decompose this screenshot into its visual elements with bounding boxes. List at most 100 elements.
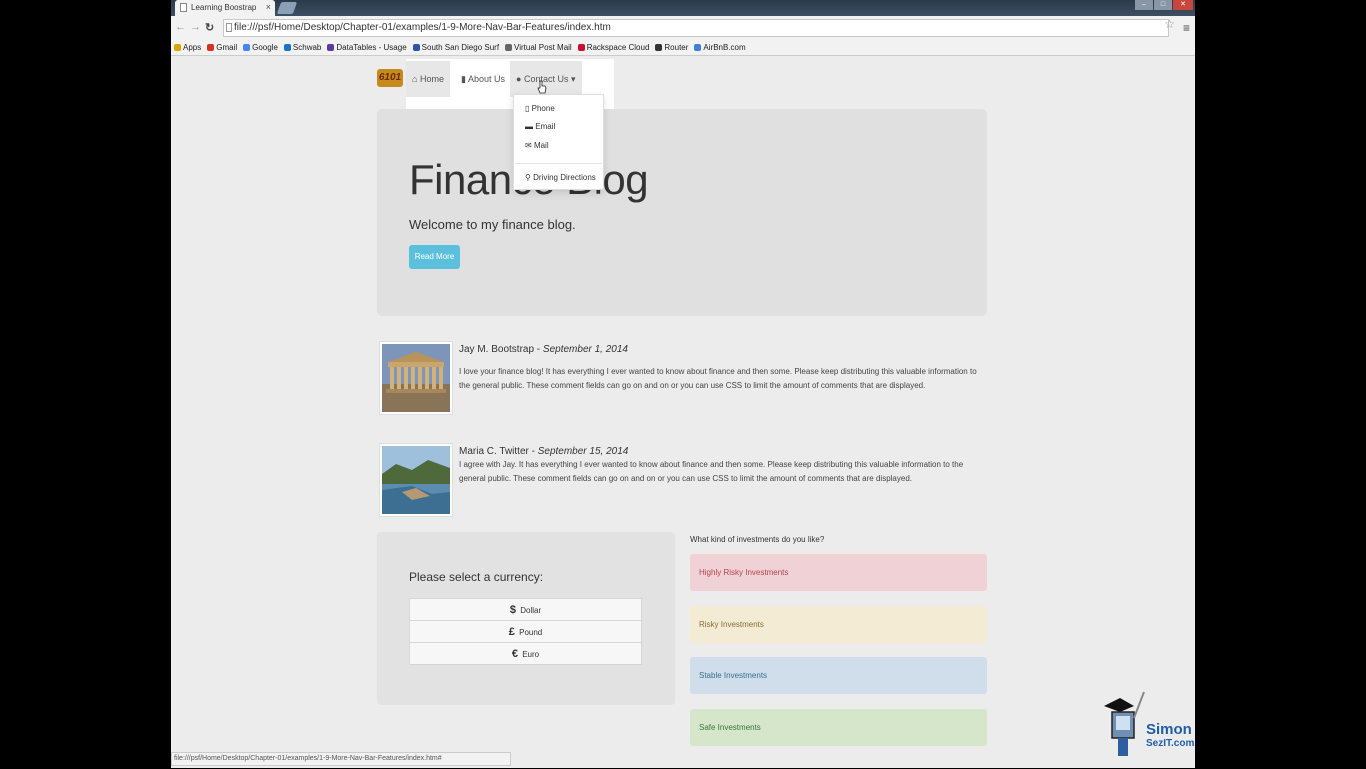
window-controls: – □ ✕ — [1135, 0, 1193, 10]
bookmark-schwab[interactable]: Schwab — [283, 43, 321, 52]
dropdown-item-mail[interactable]: ✉ Mail — [525, 141, 549, 150]
surf-icon — [412, 44, 420, 51]
comment-text: I love your finance blog! It has everyth… — [459, 367, 977, 390]
page-subtitle: Welcome to my finance blog. — [409, 217, 576, 232]
envelope-icon: ✉ — [525, 141, 532, 150]
status-bar: file:///psf/Home/Desktop/Chapter-01/exam… — [171, 752, 511, 766]
minimize-button[interactable]: – — [1135, 0, 1153, 10]
comment-icon: ▬ — [525, 122, 533, 131]
bookmark-south-san-diego-surf[interactable]: South San Diego Surf — [412, 43, 500, 52]
comment-author: Maria C. Twitter - — [459, 446, 538, 457]
caret-down-icon: ▾ — [571, 74, 576, 84]
investment-stable[interactable]: Stable Investments — [690, 657, 987, 694]
bookmark-router[interactable]: Router — [655, 43, 688, 52]
comment-author: Jay M. Bootstrap - — [459, 344, 543, 355]
web-page: ⌂ Home ▮ About Us ● Contact Us ▾ 6101 Fi… — [171, 57, 1195, 768]
maximize-button[interactable]: □ — [1154, 0, 1172, 10]
gmail-icon — [207, 44, 215, 51]
comment-text: I agree with Jay. It has everything I ev… — [459, 460, 964, 483]
nav-home-label: Home — [419, 74, 444, 84]
new-tab-button[interactable] — [276, 2, 298, 14]
euro-icon: € — [511, 648, 518, 660]
contact-dropdown-menu: ▯ Phone ▬ Email ✉ Mail ⚲ Driving Directi… — [513, 94, 604, 190]
page-icon — [180, 3, 187, 12]
comment-item: Maria C. Twitter - September 15, 2014 I … — [379, 443, 989, 518]
rackspace-icon — [577, 44, 585, 51]
investment-safe[interactable]: Safe Investments — [690, 709, 987, 746]
comment-thumbnail — [379, 443, 453, 517]
tab-title: Learning Boostrap — [191, 3, 257, 12]
comment-title: Maria C. Twitter - September 15, 2014 — [459, 446, 628, 457]
lake-image — [382, 446, 450, 514]
currency-button-dollar[interactable]: $ Dollar — [409, 598, 642, 621]
dropdown-item-phone[interactable]: ▯ Phone — [525, 104, 555, 113]
dropdown-item-email[interactable]: ▬ Email — [525, 122, 555, 131]
watermark-line2: SezIT.com — [1146, 738, 1195, 749]
bookmark-google[interactable]: Google — [243, 43, 278, 52]
forward-arrow-icon[interactable]: → — [190, 21, 201, 33]
read-more-button[interactable]: Read More — [409, 245, 460, 269]
close-tab-icon[interactable]: × — [266, 2, 271, 12]
dropdown-item-directions[interactable]: ⚲ Driving Directions — [525, 173, 596, 182]
currency-button-euro[interactable]: € Euro — [409, 642, 642, 665]
bookmark-gmail[interactable]: Gmail — [207, 43, 237, 52]
parthenon-image — [382, 344, 450, 412]
map-marker-icon: ⚲ — [525, 173, 531, 182]
comment-item: Jay M. Bootstrap - September 1, 2014 I l… — [379, 341, 989, 416]
comment-thumbnail — [379, 341, 453, 415]
jumbotron: Finance Blog Welcome to my finance blog.… — [377, 109, 987, 316]
browser-tab[interactable]: Learning Boostrap × — [175, 0, 275, 16]
dropdown-directions-label: Driving Directions — [533, 173, 596, 182]
bookmark-label: Gmail — [216, 43, 238, 52]
close-window-button[interactable]: ✕ — [1173, 0, 1193, 10]
bookmark-virtual-post-mail[interactable]: Virtual Post Mail — [505, 43, 572, 52]
book-icon: ▮ — [461, 74, 466, 84]
url-text: file:///psf/Home/Desktop/Chapter-01/exam… — [234, 22, 611, 33]
bookmark-label: Rackspace Cloud — [586, 43, 650, 52]
tab-strip: Learning Boostrap × – □ ✕ — [171, 0, 1195, 16]
currency-heading: Please select a currency: — [409, 570, 544, 584]
nav-about[interactable]: ▮ About Us — [455, 61, 511, 97]
reload-icon[interactable]: ↻ — [205, 21, 214, 34]
bookmark-star-icon[interactable]: ☆ — [1164, 17, 1175, 31]
simon-sezit-watermark: Simon SezIT.com — [1100, 688, 1195, 764]
currency-button-group: $ Dollar £ Pound € Euro — [409, 598, 642, 665]
bookmark-rackspace-cloud[interactable]: Rackspace Cloud — [577, 43, 650, 52]
pound-icon: £ — [508, 626, 515, 638]
back-arrow-icon[interactable]: ← — [175, 21, 186, 33]
dropdown-email-label: Email — [535, 122, 556, 131]
comment-date: September 1, 2014 — [542, 344, 628, 355]
airbnb-icon — [694, 44, 702, 51]
bookmark-datatables-usage[interactable]: DataTables - Usage — [327, 43, 407, 52]
bookmark-apps[interactable]: Apps — [174, 43, 201, 52]
bookmark-label: Apps — [183, 43, 202, 52]
datatables-icon — [327, 44, 335, 51]
investment-highly-risky[interactable]: Highly Risky Investments — [690, 554, 987, 591]
brand-logo[interactable]: 6101 — [377, 69, 403, 87]
router-icon — [655, 44, 663, 51]
currency-well: Please select a currency: $ Dollar £ Pou… — [377, 532, 675, 705]
investment-risky[interactable]: Risky Investments — [690, 606, 987, 643]
currency-button-pound[interactable]: £ Pound — [409, 620, 642, 643]
investments-question: What kind of investments do you like? — [690, 535, 825, 544]
bookmark-label: Google — [252, 43, 278, 52]
mascot-logo-icon — [1104, 691, 1145, 756]
currency-label: Euro — [522, 650, 540, 659]
bookmark-label: AirBnB.com — [703, 43, 746, 52]
browser-toolbar: ← → ↻ file:///psf/Home/Desktop/Chapter-0… — [171, 16, 1195, 40]
bookmark-airbnb-com[interactable]: AirBnB.com — [694, 43, 746, 52]
page-icon — [226, 23, 232, 32]
menu-icon[interactable]: ≡ — [1183, 21, 1190, 35]
home-icon: ⌂ — [412, 74, 418, 84]
nav-home[interactable]: ⌂ Home — [406, 61, 450, 97]
google-icon — [243, 44, 251, 51]
bookmark-label: South San Diego Surf — [421, 43, 500, 52]
phone-icon: ▯ — [525, 104, 530, 113]
nav-about-label: About Us — [467, 74, 505, 84]
currency-label: Dollar — [520, 606, 542, 615]
address-bar[interactable]: file:///psf/Home/Desktop/Chapter-01/exam… — [223, 19, 1169, 37]
comment-date: September 15, 2014 — [537, 446, 629, 457]
bookmark-label: Router — [664, 43, 689, 52]
apps-grid-icon — [174, 44, 181, 51]
hand-cursor-icon — [537, 80, 547, 94]
